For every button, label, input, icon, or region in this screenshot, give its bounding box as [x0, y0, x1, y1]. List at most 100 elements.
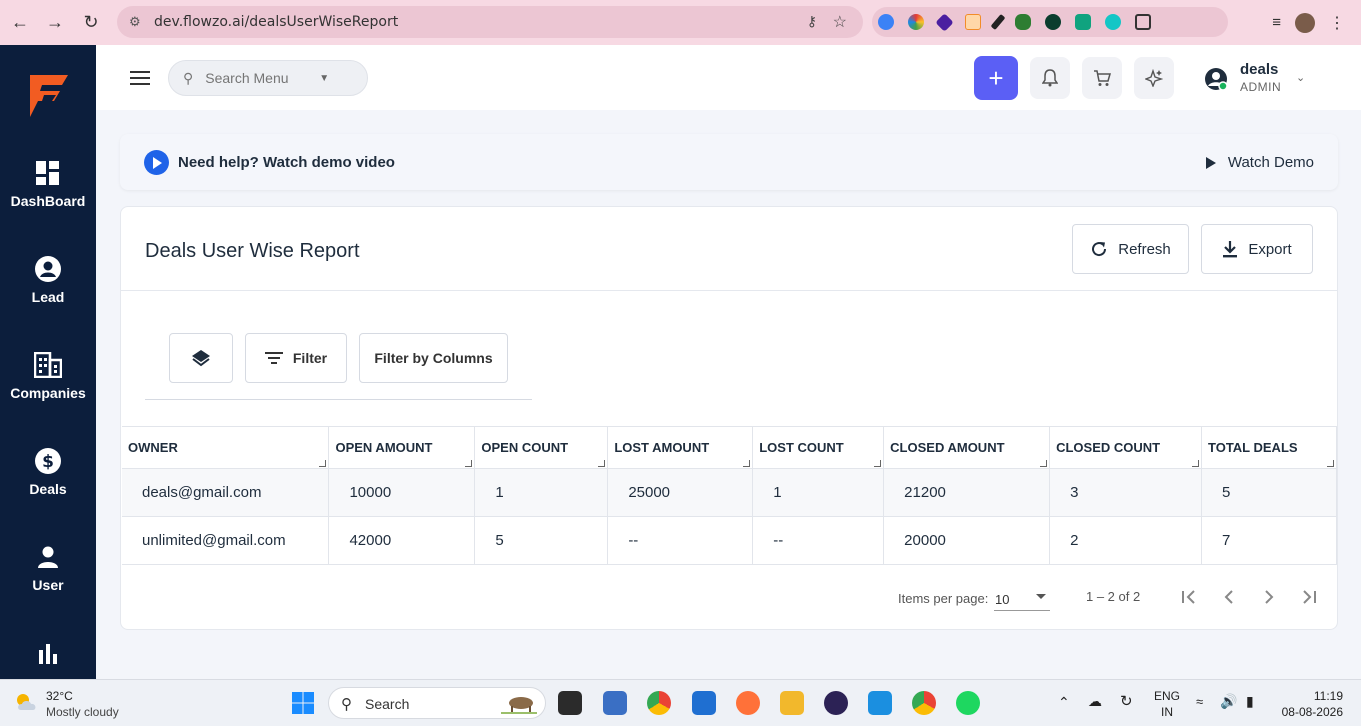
table-row[interactable]: unlimited@gmail.com 42000 5 -- -- 20000 … — [122, 516, 1337, 565]
previous-page-button[interactable] — [1215, 583, 1243, 611]
more-vert-icon[interactable]: ⋮ — [1329, 13, 1345, 33]
chevron-up-icon[interactable]: ⌃ — [1058, 694, 1070, 726]
help-text: Need help? Watch demo video — [178, 154, 395, 171]
chrome-active-icon[interactable] — [912, 691, 936, 715]
column-header[interactable]: OWNER — [122, 426, 330, 469]
resize-handle[interactable] — [319, 460, 327, 467]
weather-widget[interactable]: 32°C Mostly cloudy — [14, 688, 154, 720]
avatar — [1205, 68, 1228, 91]
filter-button[interactable]: Filter — [245, 333, 347, 383]
sidebar-item-label: User — [32, 577, 64, 593]
play-circle-icon[interactable] — [144, 150, 169, 175]
password-key-icon[interactable]: ⚷ — [807, 13, 817, 30]
region-code: IN — [1161, 705, 1173, 719]
ai-sparkle-button[interactable] — [1134, 57, 1174, 99]
sidebar-item-lead[interactable]: Lead — [0, 255, 96, 305]
address-bar[interactable]: ⚙ dev.flowzo.ai/dealsUserWiseReport ⚷ ☆ — [117, 6, 863, 38]
resize-handle[interactable] — [1192, 460, 1199, 467]
cart-button[interactable] — [1082, 57, 1122, 99]
extension-icon[interactable] — [1015, 14, 1031, 30]
extension-icon[interactable] — [908, 14, 924, 30]
windows-start-icon[interactable] — [291, 691, 315, 715]
sidebar-item-user[interactable]: User — [0, 543, 96, 593]
back-icon[interactable]: ← — [2, 4, 38, 40]
flowzo-logo[interactable] — [26, 73, 70, 119]
forward-icon[interactable]: → — [37, 4, 73, 40]
resize-handle[interactable] — [465, 460, 473, 467]
extension-icon[interactable] — [965, 14, 981, 30]
chevron-down-icon[interactable]: ⌄ — [1296, 71, 1305, 84]
battery-icon[interactable]: ▮ — [1246, 693, 1254, 726]
site-settings-icon[interactable]: ⚙ — [129, 14, 141, 30]
first-page-button[interactable] — [1175, 583, 1203, 611]
network-app-icon[interactable] — [603, 691, 627, 715]
sidebar-item-reports[interactable] — [0, 639, 96, 673]
wifi-icon[interactable]: ≈ — [1196, 694, 1203, 726]
resize-handle[interactable] — [1327, 460, 1334, 467]
table-row[interactable]: deals@gmail.com 10000 1 25000 1 21200 3 … — [122, 468, 1337, 517]
column-header[interactable]: CLOSED COUNT — [1049, 426, 1202, 469]
eclipse-icon[interactable] — [824, 691, 848, 715]
reload-icon[interactable]: ↻ — [73, 4, 109, 40]
spotify-icon[interactable] — [956, 691, 980, 715]
filter-by-columns-label: Filter by Columns — [374, 350, 493, 366]
table-cell: 2 — [1049, 516, 1202, 565]
resize-handle[interactable] — [874, 460, 882, 467]
chrome-icon[interactable] — [647, 691, 671, 715]
taskbar-search[interactable]: ⚲ Search — [328, 687, 546, 719]
sidebar-item-dashboard[interactable]: DashBoard — [0, 159, 96, 209]
filter-by-columns-button[interactable]: Filter by Columns — [359, 333, 508, 383]
vscode-icon[interactable] — [868, 691, 892, 715]
next-page-button[interactable] — [1255, 583, 1283, 611]
column-header[interactable]: LOST AMOUNT — [607, 426, 754, 469]
file-explorer-icon[interactable] — [780, 691, 804, 715]
chevron-down-icon[interactable]: ▼ — [319, 73, 329, 84]
bookmark-star-icon[interactable]: ☆ — [833, 12, 847, 32]
column-header[interactable]: LOST COUNT — [752, 426, 885, 469]
cloud-off-icon[interactable]: ☁ — [1088, 693, 1102, 726]
task-view-icon[interactable] — [558, 691, 582, 715]
extension-icon[interactable] — [1105, 14, 1121, 30]
first-page-icon — [1182, 590, 1195, 604]
items-per-page-select[interactable]: 10 — [994, 585, 1050, 611]
column-header[interactable]: TOTAL DEALS — [1201, 426, 1337, 469]
watch-demo-link[interactable]: Watch Demo — [1205, 154, 1314, 171]
resize-handle[interactable] — [743, 460, 751, 467]
store-icon[interactable] — [692, 691, 716, 715]
taskbar: 32°C Mostly cloudy ⚲ Search ⌃ ☁ ↻ ENG IN… — [0, 679, 1361, 726]
puzzle-icon[interactable] — [1135, 14, 1151, 30]
search-input[interactable] — [205, 70, 316, 86]
table-cell: -- — [752, 516, 885, 565]
sync-icon[interactable]: ↻ — [1120, 692, 1133, 726]
profile-avatar[interactable] — [1295, 12, 1315, 33]
notifications-button[interactable] — [1030, 57, 1070, 99]
extension-icon[interactable] — [1045, 14, 1061, 30]
companies-icon — [34, 351, 62, 379]
firefox-icon[interactable] — [736, 691, 760, 715]
extension-icon[interactable] — [878, 14, 894, 30]
sidebar-item-companies[interactable]: Companies — [0, 351, 96, 401]
resize-handle[interactable] — [598, 460, 606, 467]
user-menu[interactable]: deals ADMIN ⌄ — [1204, 61, 1324, 97]
refresh-button[interactable]: Refresh — [1072, 224, 1189, 274]
last-page-button[interactable] — [1295, 583, 1323, 611]
language-indicator[interactable]: ENG IN — [1154, 688, 1180, 720]
paginator: Items per page: 10 1 – 2 of 2 — [121, 575, 1337, 615]
export-button[interactable]: Export — [1201, 224, 1313, 274]
clock[interactable]: 11:19 08-08-2026 — [1282, 688, 1343, 720]
menu-icon[interactable] — [130, 71, 150, 85]
page-title: Deals User Wise Report — [145, 240, 360, 262]
extension-icon[interactable] — [935, 12, 954, 32]
column-header[interactable]: CLOSED AMOUNT — [883, 426, 1051, 469]
search-menu[interactable]: ⚲ ▼ — [168, 60, 368, 96]
extension-icon[interactable] — [990, 13, 1006, 31]
column-header[interactable]: OPEN AMOUNT — [328, 426, 476, 469]
add-button[interactable]: + — [974, 56, 1018, 100]
sidebar-item-deals[interactable]: $ Deals — [0, 447, 96, 497]
column-header[interactable]: OPEN COUNT — [474, 426, 609, 469]
layers-button[interactable] — [169, 333, 233, 383]
reading-list-icon[interactable]: ≡ — [1272, 14, 1281, 31]
extension-icon[interactable] — [1075, 14, 1091, 30]
volume-icon[interactable]: 🔊 — [1220, 693, 1237, 726]
resize-handle[interactable] — [1040, 460, 1048, 467]
